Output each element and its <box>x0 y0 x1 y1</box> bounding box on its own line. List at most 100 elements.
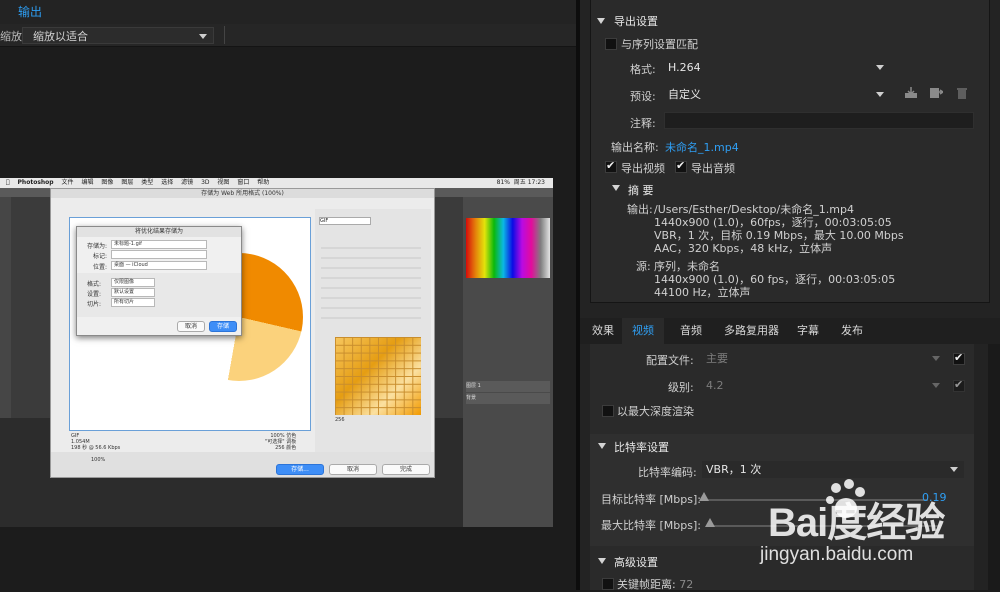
menubar-item: 图像 <box>97 179 113 186</box>
sfw-info-right: 100% 仿色 "可选择" 调板 256 颜色 <box>265 433 297 451</box>
output-tab-bar: 输出 <box>0 0 576 25</box>
color-count: 256 <box>335 417 345 423</box>
max-bitrate-thumb[interactable] <box>705 518 715 527</box>
toolbar-divider <box>224 26 225 44</box>
collapse-triangle-icon[interactable] <box>598 443 606 449</box>
delete-preset-icon[interactable] <box>955 87 969 99</box>
chevron-down-icon <box>876 92 884 97</box>
export-video-label: 导出视频 <box>621 162 665 175</box>
level-dropdown[interactable]: 4.2 <box>702 377 946 394</box>
tab-multiplexer[interactable]: 多路复用器 <box>714 318 789 344</box>
bitrate-section-title: 比特率设置 <box>614 441 669 454</box>
bitrate-encoding-value: VBR，1 次 <box>706 463 762 476</box>
level-value: 4.2 <box>706 379 724 392</box>
export-audio-label: 导出音频 <box>691 162 735 175</box>
tab-audio[interactable]: 音频 <box>670 318 712 344</box>
tags-field <box>111 250 207 259</box>
sfw-settings-panel: GIF 256 <box>315 209 431 469</box>
dialog-save-button: 存储 <box>209 321 237 332</box>
watermark-url: jingyan.baidu.com <box>760 544 914 565</box>
preset-dropdown[interactable]: 自定义 <box>664 86 890 103</box>
target-bitrate-thumb[interactable] <box>699 492 709 501</box>
settings-tab-bar: 效果 视频 音频 多路复用器 字幕 发布 <box>580 318 1000 344</box>
keyframe-checkbox[interactable] <box>602 578 614 590</box>
summary-source-label: 源: <box>636 260 651 273</box>
summary-output-label: 输出: <box>627 203 653 216</box>
level-checkbox[interactable] <box>953 378 965 392</box>
preset-value: 自定义 <box>668 88 701 101</box>
max-depth-checkbox[interactable] <box>602 405 614 417</box>
chevron-down-icon <box>199 34 207 39</box>
format-dropdown[interactable]: H.264 <box>664 59 890 76</box>
clock-text: 周五 17:23 <box>513 179 545 186</box>
export-video-checkbox[interactable] <box>605 159 617 173</box>
format-value: H.264 <box>668 61 701 74</box>
format-label: 格式: <box>630 63 656 76</box>
tab-publish[interactable]: 发布 <box>831 318 873 344</box>
match-sequence-checkbox[interactable] <box>605 38 617 50</box>
sfw-save-button: 存储... <box>276 464 324 475</box>
slices-select: 所有切片 <box>111 298 155 307</box>
export-audio-checkbox[interactable] <box>675 159 687 173</box>
output-name-label: 输出名称: <box>611 141 659 154</box>
ps-layer-item: 图层 1 <box>466 381 550 392</box>
target-bitrate-label: 目标比特率 [Mbps]: <box>601 493 701 506</box>
tab-captions[interactable]: 字幕 <box>787 318 829 344</box>
sfw-cancel-button: 取消 <box>329 464 377 475</box>
settings-label: 设置: <box>87 291 102 298</box>
slices-label: 切片: <box>87 301 102 308</box>
bitrate-encoding-dropdown[interactable]: VBR，1 次 <box>702 461 964 478</box>
sfw-format-select: GIF <box>319 217 371 225</box>
mac-menubar:  Photoshop 文件 编辑 图像 图层 类型 选择 滤镜 3D 视图 窗… <box>0 178 553 188</box>
import-preset-icon[interactable] <box>904 87 918 99</box>
where-label: 位置: <box>93 264 108 271</box>
menubar-item: 选择 <box>157 179 173 186</box>
baidu-watermark: Bai度经验 jingyan.baidu.com <box>760 478 990 578</box>
dialog-title: 将优化结果存储为 <box>77 227 241 237</box>
menubar-item: 帮助 <box>253 179 269 186</box>
menubar-item: 3D <box>197 179 209 186</box>
sfw-title: 存储为 Web 所用格式 (100%) <box>51 189 434 198</box>
battery-text: 81% <box>496 179 510 186</box>
section-title-export-settings: 导出设置 <box>614 15 658 28</box>
keyframe-label-text: 关键帧距离: <box>617 578 676 591</box>
save-preset-icon[interactable] <box>929 87 943 99</box>
summary-source-line: 44100 Hz，立体声 <box>654 286 751 299</box>
tab-output[interactable]: 输出 <box>10 0 50 24</box>
chevron-down-icon <box>932 356 940 361</box>
profile-dropdown[interactable]: 主要 <box>702 350 946 367</box>
collapse-triangle-icon[interactable] <box>612 185 620 191</box>
save-as-field: 未标题-1.gif <box>111 240 207 249</box>
match-sequence-label: 与序列设置匹配 <box>621 38 698 51</box>
chevron-down-icon <box>932 383 940 388</box>
summary-output-line: AAC，320 Kbps，48 kHz，立体声 <box>654 242 833 255</box>
preset-label: 预设: <box>630 90 656 103</box>
menubar-item: 文件 <box>57 179 74 186</box>
sfw-zoom: 100% <box>91 457 106 463</box>
zoom-select[interactable]: 缩放以适合 <box>22 27 214 44</box>
chevron-down-icon <box>876 65 884 70</box>
dialog-cancel-button: 取消 <box>177 321 205 332</box>
level-label: 级别: <box>668 381 694 394</box>
profile-value: 主要 <box>706 352 728 365</box>
profile-label: 配置文件: <box>646 354 694 367</box>
profile-checkbox[interactable] <box>953 351 965 365</box>
collapse-triangle-icon[interactable] <box>598 558 606 564</box>
menubar-item: 视图 <box>213 179 229 186</box>
sfw-done-button: 完成 <box>382 464 430 475</box>
menubar-item: 类型 <box>137 179 153 186</box>
tab-video[interactable]: 视频 <box>622 318 664 344</box>
max-bitrate-label: 最大比特率 [Mbps]: <box>601 519 701 532</box>
output-name-link[interactable]: 未命名_1.mp4 <box>665 139 739 155</box>
format-select: 仅限图像 <box>111 278 155 287</box>
tab-effects[interactable]: 效果 <box>582 318 624 344</box>
menubar-item: 编辑 <box>77 179 93 186</box>
menubar-item: 窗口 <box>233 179 249 186</box>
sfw-options <box>321 239 421 319</box>
bitrate-encoding-label: 比特率编码: <box>638 466 697 479</box>
settings-select: 默认设置 <box>111 288 155 297</box>
dialog-options: 格式: 仅限图像 设置: 默认设置 切片: 所有切片 <box>77 273 241 317</box>
menubar-item: Photoshop <box>13 179 54 186</box>
collapse-triangle-icon[interactable] <box>597 18 605 24</box>
comment-input[interactable] <box>664 112 974 129</box>
